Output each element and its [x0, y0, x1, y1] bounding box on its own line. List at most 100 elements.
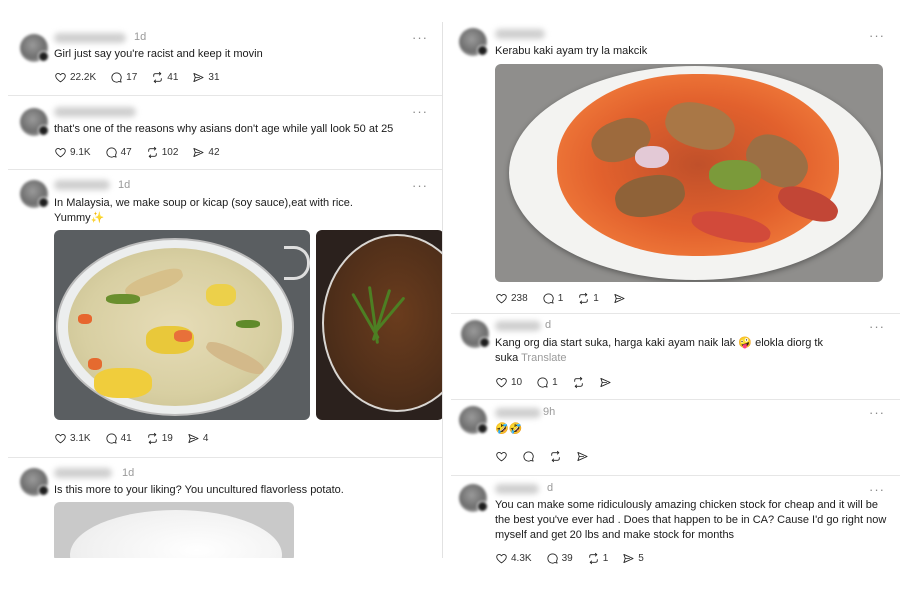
- reply-icon: [542, 292, 555, 305]
- post-text: In Malaysia, we make soup or kicap (soy …: [54, 196, 353, 226]
- post-time: d: [545, 319, 552, 331]
- repost-button[interactable]: 41: [151, 71, 178, 84]
- more-icon[interactable]: ···: [869, 29, 885, 42]
- braised-feet-photo[interactable]: [316, 230, 442, 420]
- reply-icon: [522, 450, 535, 463]
- reply-post[interactable]: d ··· Kang org dia start suka, harga kak…: [451, 314, 900, 400]
- heart-icon: [495, 376, 508, 389]
- heart-icon: [54, 146, 67, 159]
- avatar[interactable]: [20, 468, 49, 496]
- reply-count: 17: [126, 72, 138, 83]
- share-button[interactable]: [599, 376, 612, 389]
- share-button[interactable]: 42: [192, 146, 220, 159]
- like-button[interactable]: 9.1K: [54, 146, 91, 159]
- soup-photo[interactable]: [54, 230, 310, 420]
- avatar[interactable]: [459, 28, 488, 56]
- heart-icon: [495, 450, 508, 463]
- reply-post[interactable]: ··· Kerabu kaki ayam try la makcik 238 1…: [451, 22, 900, 314]
- reply-post[interactable]: 1d Is this more to your liking? You uncu…: [8, 458, 442, 558]
- reply-button[interactable]: 17: [110, 71, 137, 84]
- avatar[interactable]: [20, 34, 49, 62]
- repost-icon: [577, 292, 590, 305]
- more-icon[interactable]: ···: [869, 483, 885, 496]
- heart-icon: [54, 71, 67, 84]
- repost-button[interactable]: 102: [146, 146, 178, 159]
- repost-button[interactable]: 1: [587, 552, 608, 565]
- more-icon[interactable]: ···: [412, 31, 428, 44]
- repost-button[interactable]: [549, 450, 562, 463]
- reply-post[interactable]: 1d ··· In Malaysia, we make soup or kica…: [8, 170, 442, 458]
- reply-post[interactable]: 9h ··· 🤣🤣: [451, 400, 900, 476]
- username-blurred[interactable]: [495, 408, 541, 418]
- username-blurred[interactable]: [495, 484, 539, 494]
- share-button[interactable]: 4: [187, 432, 208, 445]
- share-button[interactable]: 5: [622, 552, 644, 565]
- share-button[interactable]: [613, 292, 626, 305]
- action-bar: 22.2K 17 41 31: [54, 71, 234, 84]
- avatar[interactable]: [20, 108, 49, 136]
- translate-link[interactable]: Translate: [521, 352, 566, 364]
- more-icon[interactable]: ···: [869, 320, 885, 333]
- reply-button[interactable]: 41: [105, 432, 132, 445]
- like-button[interactable]: 4.3K: [495, 552, 532, 565]
- username-blurred[interactable]: [54, 468, 112, 478]
- action-bar: 238 1 1: [495, 292, 640, 305]
- username-blurred[interactable]: [495, 29, 545, 39]
- like-button[interactable]: [495, 450, 508, 463]
- share-icon: [192, 71, 205, 84]
- share-icon: [613, 292, 626, 305]
- reply-post[interactable]: ··· that's one of the reasons why asians…: [8, 96, 442, 170]
- kerabu-photo[interactable]: [495, 64, 883, 282]
- action-bar: 9.1K 47 102 42: [54, 146, 234, 159]
- post-text-word: suka: [495, 352, 519, 364]
- like-button[interactable]: 10: [495, 376, 522, 389]
- right-thread-column: ··· Kerabu kaki ayam try la makcik 238 1…: [451, 22, 900, 567]
- avatar[interactable]: [459, 484, 488, 512]
- username-blurred[interactable]: [495, 321, 541, 331]
- potato-piece: [206, 284, 236, 306]
- more-icon[interactable]: ···: [869, 406, 885, 419]
- username-blurred[interactable]: [54, 33, 126, 43]
- avatar[interactable]: [461, 320, 490, 348]
- share-count: 31: [208, 72, 220, 83]
- heart-icon: [54, 432, 67, 445]
- like-button[interactable]: 22.2K: [54, 71, 96, 84]
- post-text-line: In Malaysia, we make soup or kicap (soy …: [54, 197, 353, 209]
- like-button[interactable]: 238: [495, 292, 528, 305]
- repost-button[interactable]: 1: [577, 292, 599, 305]
- reply-button[interactable]: 1: [536, 376, 558, 389]
- action-bar: 10 1: [495, 376, 626, 389]
- like-count: 4.3K: [511, 553, 532, 564]
- reply-post[interactable]: 1d ··· Girl just say you're racist and k…: [8, 22, 442, 96]
- more-icon[interactable]: ···: [412, 105, 428, 118]
- post-time: 1d: [134, 31, 147, 43]
- post-time: 9h: [543, 406, 556, 418]
- reply-button[interactable]: 1: [542, 292, 563, 305]
- share-icon: [622, 552, 635, 565]
- rice-photo[interactable]: [54, 502, 294, 558]
- more-icon[interactable]: ···: [412, 179, 428, 192]
- repost-button[interactable]: 19: [146, 432, 173, 445]
- reply-button[interactable]: 47: [105, 146, 132, 159]
- repost-count: 19: [161, 433, 173, 444]
- share-icon: [192, 146, 205, 159]
- reply-post[interactable]: d ··· You can make some ridiculously ama…: [451, 476, 900, 567]
- share-button[interactable]: 31: [192, 71, 220, 84]
- heart-icon: [495, 552, 508, 565]
- avatar[interactable]: [459, 406, 488, 434]
- username-blurred[interactable]: [54, 107, 136, 117]
- repost-button[interactable]: [572, 376, 585, 389]
- post-text-line: suka Translate: [495, 351, 823, 366]
- like-button[interactable]: 3.1K: [54, 432, 91, 445]
- post-text-word: Yummy: [54, 212, 91, 224]
- herb-piece: [236, 320, 260, 328]
- reply-button[interactable]: 39: [546, 552, 573, 565]
- username-blurred[interactable]: [54, 180, 110, 190]
- share-button[interactable]: [576, 450, 589, 463]
- avatar[interactable]: [20, 180, 49, 208]
- left-thread-column: 1d ··· Girl just say you're racist and k…: [8, 22, 443, 558]
- post-text-line: Kang org dia start suka, harga kaki ayam…: [495, 337, 823, 349]
- reply-icon: [105, 432, 118, 445]
- reply-button[interactable]: [522, 450, 535, 463]
- bowl-handle: [284, 246, 310, 280]
